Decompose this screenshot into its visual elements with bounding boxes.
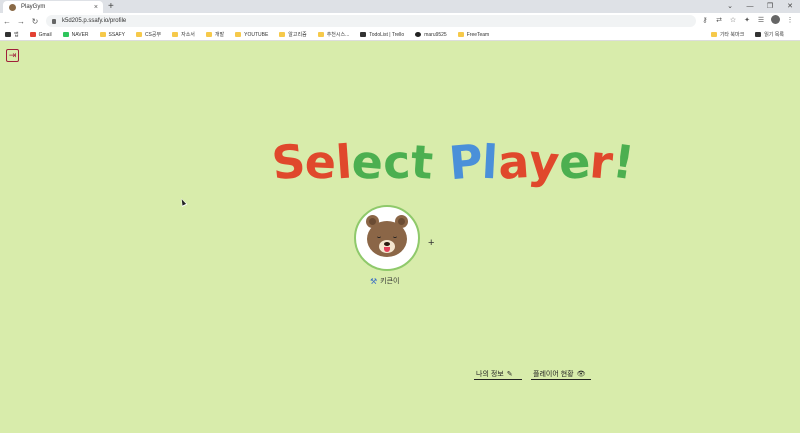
new-tab-button[interactable]: + [108,1,114,12]
folder-icon [317,32,324,37]
maximize-button[interactable]: ❐ [760,0,780,13]
browser-toolbar: ← → ↻ k5d205.p.ssafy.io/profile ⚷ ⇄ ☆ ✦ … [0,13,800,29]
folder-icon [99,32,106,37]
logout-icon: ⇥ [8,50,17,60]
bookmark-freeteam[interactable]: FreeTeam [457,32,489,38]
folder-icon [172,32,179,37]
bookmarks-right: 기타 북마크 읽기 목록 [710,31,795,38]
my-info-label: 나의 정보 [476,370,504,378]
github-icon [415,32,422,37]
trello-icon [360,32,367,37]
url-text[interactable]: k5d205.p.ssafy.io/profile [62,18,126,24]
pencil-icon: ✎ [506,370,513,378]
folder-icon [205,32,212,37]
bookmark-naver[interactable]: NAVER [62,32,89,38]
bookmarks-bar: 앱 Gmail NAVER SSAFY CS공부 자소서 개발 YOUTUBE … [0,29,800,41]
logout-button[interactable]: ⇥ [6,49,19,62]
title-letter: S [269,133,308,191]
title-letter: y [526,133,562,191]
my-info-button[interactable]: 나의 정보 ✎ [474,368,522,380]
player-status-label: 플레이어 현황 [533,370,574,378]
translate-icon[interactable]: ⇄ [715,16,723,24]
profile-name-row[interactable]: ⚒ 키큰이 [370,276,400,286]
profile-card[interactable] [354,205,420,271]
tab-title: PlayGym [21,4,46,10]
bear-avatar-icon [364,215,410,261]
folder-icon [710,32,717,37]
browser-tabstrip: PlayGym × + ⌄ — ❐ ✕ [0,0,800,13]
apps-icon [5,32,11,37]
gmail-icon [29,32,36,37]
bookmark-cs[interactable]: CS공부 [135,31,161,38]
title-letter: e [303,134,338,190]
bookmark-resume[interactable]: 자소서 [172,31,195,38]
player-status-button[interactable]: 플레이어 현황 👁 [531,368,591,380]
bookmark-algo[interactable]: 알고리즘 [279,31,307,38]
title-letter: c [381,134,413,190]
bookmark-reading-list[interactable]: 읽기 목록 [755,31,784,38]
bookmark-recsys[interactable]: 추천시스... [317,31,349,38]
folder-icon [279,32,286,37]
bookmark-trello[interactable]: TodoList | Trello [360,32,404,38]
eye-icon: 👁 [576,370,586,378]
browser-tab[interactable]: PlayGym × [3,1,103,13]
bookmark-youtube[interactable]: YOUTUBE [235,32,268,38]
browser-extensions: ⚷ ⇄ ☆ ✦ ☰ ⋮ [701,15,794,24]
profile-avatar-icon[interactable] [771,15,780,24]
title-letter: t [408,134,435,190]
close-window-button[interactable]: ✕ [780,0,800,13]
tab-search-button[interactable]: ⌄ [720,0,740,13]
add-profile-button[interactable]: + [428,238,434,249]
profile-name: 키큰이 [380,278,400,285]
folder-icon [135,32,142,37]
reading-list-icon [755,32,762,37]
bookmark-github[interactable]: maru9525 [415,32,447,38]
menu-icon[interactable]: ⋮ [786,16,794,24]
lock-icon[interactable] [52,18,56,24]
reading-list-icon[interactable]: ☰ [757,16,765,24]
key-icon[interactable]: ⚷ [701,16,709,24]
bookmark-ssafy[interactable]: SSAFY [99,32,125,38]
hammer-icon: ⚒ [370,276,378,286]
star-icon[interactable]: ☆ [729,16,737,24]
forward-button[interactable]: → [14,17,28,26]
title-letter: e [557,134,592,190]
folder-icon [457,32,464,37]
address-bar[interactable]: k5d205.p.ssafy.io/profile [46,15,696,27]
mouse-cursor-icon [178,197,188,207]
favicon-icon [9,3,16,11]
folder-icon [235,32,242,37]
page-title: Select Pl a y e r! [269,122,637,192]
extensions-icon[interactable]: ✦ [743,16,751,24]
tab-close-icon[interactable]: × [94,4,98,11]
bookmark-gmail[interactable]: Gmail [29,32,52,38]
title-letter: P [446,133,485,191]
naver-icon [62,32,69,37]
title-letter: e [349,133,386,191]
back-button[interactable]: ← [0,17,14,26]
bookmark-apps[interactable]: 앱 [5,31,19,38]
bookmark-other[interactable]: 기타 북마크 [710,31,744,38]
reload-button[interactable]: ↻ [28,17,42,26]
bookmark-dev[interactable]: 개발 [205,31,224,38]
window-controls: ⌄ — ❐ ✕ [720,0,800,13]
minimize-button[interactable]: — [740,0,760,13]
